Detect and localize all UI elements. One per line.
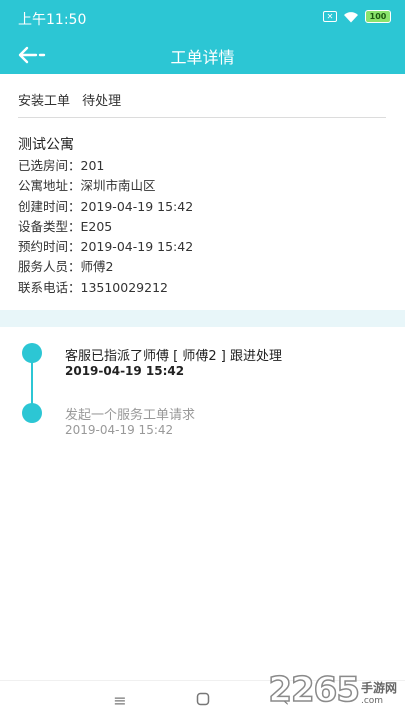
apartment-name: 测试公寓 xyxy=(18,137,74,153)
info-phone[interactable]: 联系电话：13510029212 xyxy=(18,278,388,298)
timeline-item-time: 2019-04-19 15:42 xyxy=(65,423,174,437)
status-icons: ✕ 100 xyxy=(323,10,391,23)
timeline-dot xyxy=(22,403,42,423)
watermark-site-name: 手游网 xyxy=(360,681,397,695)
battery-icon: 100 xyxy=(365,10,391,23)
page-title: 工单详情 xyxy=(170,48,235,67)
section-divider xyxy=(0,310,405,327)
sim-x-icon: ✕ xyxy=(323,11,337,22)
order-header: 安装工单 待处理 xyxy=(18,90,386,118)
watermark-logo: 2265 手游网 .com xyxy=(268,666,397,711)
info-appointment-time: 预约时间：2019-04-19 15:42 xyxy=(18,239,194,255)
timeline-dot xyxy=(22,343,42,363)
info-device-type: 设备类型：E205 xyxy=(18,218,113,234)
timeline-item-time: 2019-04-19 15:42 xyxy=(65,364,185,378)
nav-bar: 工单详情 xyxy=(0,36,405,74)
timeline-item-title: 发起一个服务工单请求 xyxy=(65,408,196,423)
info-address: 公寓地址：深圳市南山区 xyxy=(18,178,156,194)
wifi-icon xyxy=(344,11,358,22)
order-type: 安装工单 xyxy=(18,94,71,109)
status-time: 上午11:50 xyxy=(18,12,87,28)
menu-lines-icon[interactable]: ≡ xyxy=(110,691,130,711)
watermark-text: 手游网 .com xyxy=(361,679,397,706)
apartment-info: 测试公寓 已选房间：201 公寓地址：深圳市南山区 创建时间：2019-04-1… xyxy=(18,134,388,298)
watermark-number: 2265 xyxy=(268,669,361,711)
timeline-item-title: 客服已指派了师傅 [ 师傅2 ] 跟进处理 xyxy=(65,349,282,364)
info-created-time: 创建时间：2019-04-19 15:42 xyxy=(18,198,194,214)
square-home-icon[interactable] xyxy=(193,691,213,711)
order-status-badge: 待处理 xyxy=(82,94,122,109)
info-room: 已选房间：201 xyxy=(18,158,105,173)
watermark-site-url: .com xyxy=(360,696,384,706)
status-bar: 上午11:50 ✕ 100 xyxy=(0,0,405,36)
info-service-staff: 服务人员：师傅2 xyxy=(18,259,114,275)
